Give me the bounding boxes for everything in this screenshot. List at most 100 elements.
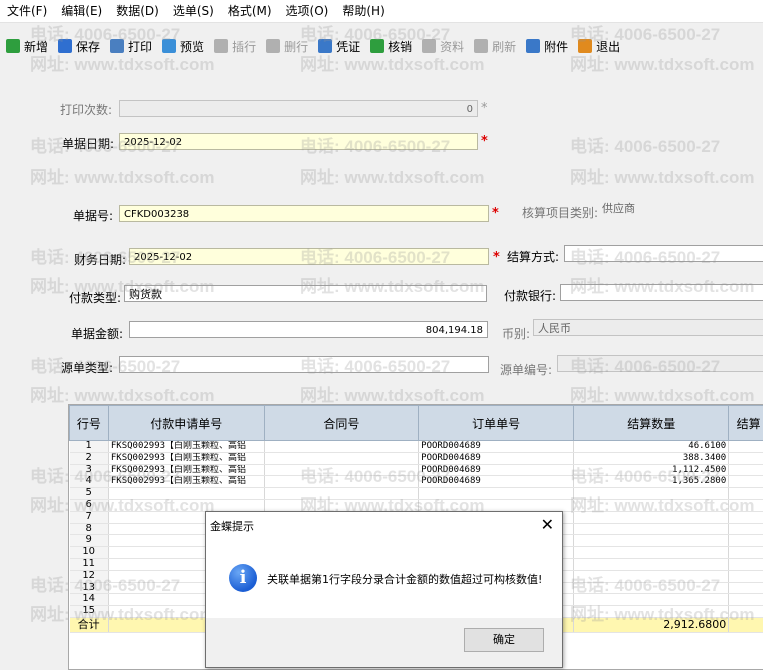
cell-no[interactable]: 14 bbox=[70, 594, 109, 606]
cell-qty[interactable] bbox=[574, 582, 729, 594]
cell-no[interactable]: 10 bbox=[70, 547, 109, 559]
toolbar-button[interactable]: 删行 bbox=[266, 38, 308, 55]
cell-extra[interactable] bbox=[729, 558, 763, 570]
pay-type-field[interactable]: 购货款 bbox=[124, 285, 487, 302]
toolbar-button[interactable]: 预览 bbox=[162, 38, 204, 55]
toolbar-button[interactable]: 退出 bbox=[578, 38, 620, 55]
cell-no[interactable]: 5 bbox=[70, 488, 109, 500]
settle-field[interactable] bbox=[564, 245, 763, 262]
cell-no[interactable]: 12 bbox=[70, 570, 109, 582]
column-header[interactable]: 合同号 bbox=[264, 406, 418, 441]
pay-bank-field[interactable] bbox=[560, 284, 763, 301]
close-icon[interactable]: ✕ bbox=[541, 515, 554, 534]
cell-no[interactable]: 1 bbox=[70, 441, 109, 453]
bill-no-field[interactable]: CFKD003238 bbox=[119, 205, 489, 222]
cell-order[interactable] bbox=[419, 488, 574, 500]
cell-qty[interactable]: 46.6100 bbox=[574, 441, 729, 453]
cell-order[interactable]: POORD004689 bbox=[419, 476, 574, 488]
cell-req[interactable]: FKSQ002993【白刚玉颗粒、高铝 bbox=[108, 464, 264, 476]
cell-no[interactable]: 13 bbox=[70, 582, 109, 594]
menu-item[interactable]: 数据(D) bbox=[109, 0, 166, 22]
cell-contract[interactable] bbox=[264, 441, 418, 453]
cell-qty[interactable] bbox=[574, 488, 729, 500]
cell-no[interactable]: 7 bbox=[70, 511, 109, 523]
cell-extra[interactable] bbox=[729, 511, 763, 523]
cell-extra[interactable] bbox=[729, 499, 763, 511]
cell-qty[interactable]: 1,112.4500 bbox=[574, 464, 729, 476]
cell-no[interactable]: 15 bbox=[70, 606, 109, 618]
cell-order[interactable]: POORD004689 bbox=[419, 464, 574, 476]
table-row[interactable]: 1FKSQ002993【白刚玉颗粒、高铝 POORD00468946.6100 bbox=[70, 441, 763, 453]
toolbar-button[interactable]: 新增 bbox=[6, 38, 48, 55]
cell-qty[interactable] bbox=[574, 511, 729, 523]
menu-item[interactable]: 选单(S) bbox=[166, 0, 221, 22]
cell-extra[interactable] bbox=[729, 523, 763, 535]
cell-qty[interactable]: 388.3400 bbox=[574, 452, 729, 464]
cell-extra[interactable] bbox=[729, 594, 763, 606]
cell-req[interactable]: FKSQ002993【白刚玉颗粒、高铝 bbox=[108, 441, 264, 453]
toolbar-button[interactable]: 核销 bbox=[370, 38, 412, 55]
cell-no[interactable]: 9 bbox=[70, 535, 109, 547]
cell-extra[interactable] bbox=[729, 452, 763, 464]
cell-qty[interactable] bbox=[574, 523, 729, 535]
cell-qty[interactable] bbox=[574, 547, 729, 559]
column-header[interactable]: 付款申请单号 bbox=[108, 406, 264, 441]
menu-item[interactable]: 选项(O) bbox=[279, 0, 336, 22]
cell-req[interactable] bbox=[108, 499, 264, 511]
amount-field[interactable]: 804,194.18 bbox=[129, 321, 488, 338]
toolbar-button[interactable]: 凭证 bbox=[318, 38, 360, 55]
column-header[interactable]: 结算 bbox=[729, 406, 763, 441]
fin-date-field[interactable]: 2025-12-02 bbox=[129, 248, 489, 265]
menu-item[interactable]: 格式(M) bbox=[221, 0, 279, 22]
column-header[interactable]: 订单单号 bbox=[419, 406, 574, 441]
cell-contract[interactable] bbox=[264, 464, 418, 476]
cell-no[interactable]: 4 bbox=[70, 476, 109, 488]
cell-extra[interactable] bbox=[729, 476, 763, 488]
cell-no[interactable]: 8 bbox=[70, 523, 109, 535]
cell-qty[interactable] bbox=[574, 606, 729, 618]
table-row[interactable]: 3FKSQ002993【白刚玉颗粒、高铝 POORD0046891,112.450… bbox=[70, 464, 763, 476]
cell-extra[interactable] bbox=[729, 570, 763, 582]
column-header[interactable]: 行号 bbox=[70, 406, 109, 441]
cell-no[interactable]: 11 bbox=[70, 558, 109, 570]
toolbar-button[interactable]: 打印 bbox=[110, 38, 152, 55]
table-row[interactable]: 2FKSQ002993【白刚玉颗粒、高铝 POORD004689388.3400 bbox=[70, 452, 763, 464]
bill-date-field[interactable]: 2025-12-02 bbox=[119, 133, 478, 150]
cell-contract[interactable] bbox=[264, 499, 418, 511]
toolbar-button[interactable]: 保存 bbox=[58, 38, 100, 55]
menu-item[interactable]: 文件(F) bbox=[0, 0, 54, 22]
cell-order[interactable] bbox=[419, 499, 574, 511]
cell-contract[interactable] bbox=[264, 488, 418, 500]
cell-extra[interactable] bbox=[729, 464, 763, 476]
cell-no[interactable]: 2 bbox=[70, 452, 109, 464]
toolbar-button[interactable]: 插行 bbox=[214, 38, 256, 55]
cell-order[interactable]: POORD004689 bbox=[419, 452, 574, 464]
table-row[interactable]: 6 bbox=[70, 499, 763, 511]
cell-contract[interactable] bbox=[264, 476, 418, 488]
cell-order[interactable]: POORD004689 bbox=[419, 441, 574, 453]
cell-extra[interactable] bbox=[729, 582, 763, 594]
toolbar-button[interactable]: 附件 bbox=[526, 38, 568, 55]
cell-qty[interactable]: 1,365.2800 bbox=[574, 476, 729, 488]
cell-contract[interactable] bbox=[264, 452, 418, 464]
cell-extra[interactable] bbox=[729, 547, 763, 559]
cell-req[interactable]: FKSQ002993【白刚玉颗粒、高铝 bbox=[108, 476, 264, 488]
table-row[interactable]: 4FKSQ002993【白刚玉颗粒、高铝 POORD0046891,365.280… bbox=[70, 476, 763, 488]
cell-req[interactable] bbox=[108, 488, 264, 500]
cell-qty[interactable] bbox=[574, 558, 729, 570]
cell-req[interactable]: FKSQ002993【白刚玉颗粒、高铝 bbox=[108, 452, 264, 464]
menu-item[interactable]: 帮助(H) bbox=[335, 0, 391, 22]
toolbar-button[interactable]: 资料 bbox=[422, 38, 464, 55]
column-header[interactable]: 结算数量 bbox=[574, 406, 729, 441]
table-row[interactable]: 5 bbox=[70, 488, 763, 500]
cell-qty[interactable] bbox=[574, 594, 729, 606]
cell-qty[interactable] bbox=[574, 499, 729, 511]
ok-button[interactable]: 确定 bbox=[464, 628, 544, 652]
cell-no[interactable]: 3 bbox=[70, 464, 109, 476]
cell-no[interactable]: 6 bbox=[70, 499, 109, 511]
cell-extra[interactable] bbox=[729, 535, 763, 547]
src-type-field[interactable] bbox=[119, 356, 489, 373]
cell-qty[interactable] bbox=[574, 535, 729, 547]
cell-extra[interactable] bbox=[729, 441, 763, 453]
cell-qty[interactable] bbox=[574, 570, 729, 582]
